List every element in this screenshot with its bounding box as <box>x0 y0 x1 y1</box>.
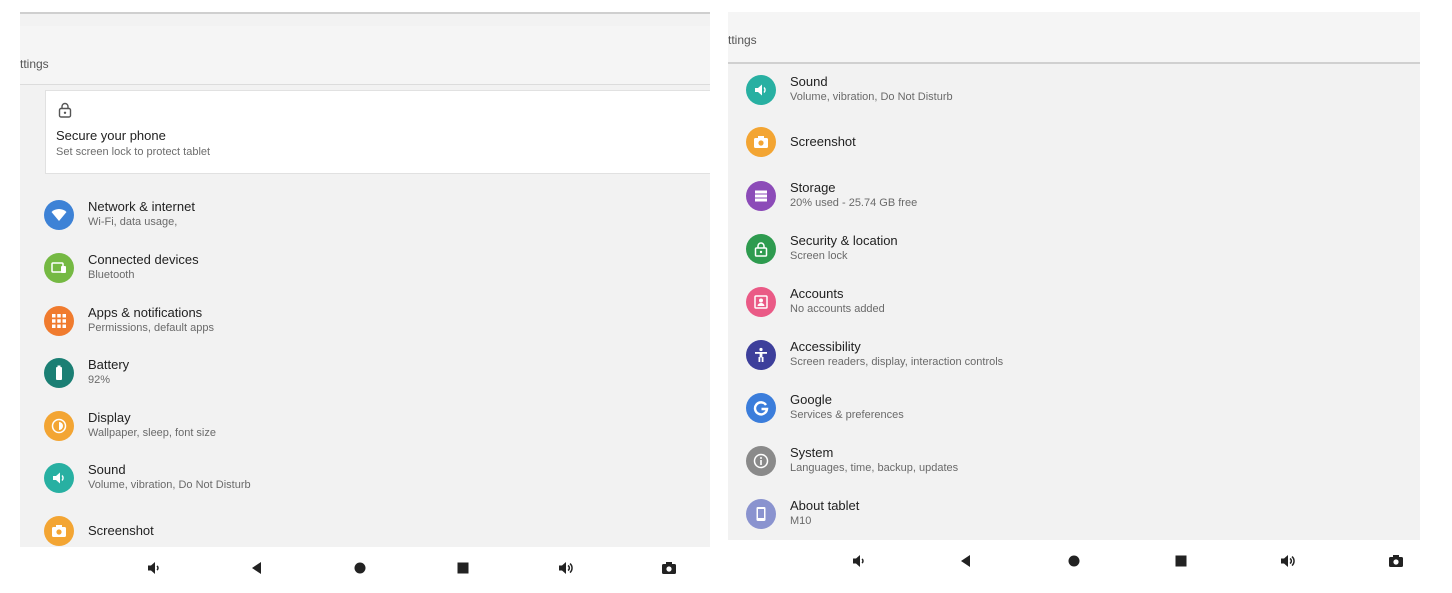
settings-item-label: Screenshot <box>790 134 856 149</box>
settings-item-label: Security & location <box>790 233 898 248</box>
settings-item-label: Accessibility <box>790 339 861 354</box>
settings-item-summary: 20% used - 25.74 GB free <box>790 197 918 209</box>
settings-item-label: Connected devices <box>88 252 199 267</box>
back-icon[interactable] <box>249 561 265 575</box>
accessibility-icon <box>746 340 776 370</box>
settings-item-label: Battery <box>88 357 130 372</box>
settings-item-label: Screenshot <box>88 523 154 538</box>
settings-item-connected-devices[interactable]: Connected devices Bluetooth <box>44 245 710 291</box>
volume-down-icon[interactable] <box>851 554 867 568</box>
page-title: ttings <box>728 33 757 47</box>
settings-item-security[interactable]: Security & location Screen lock <box>746 226 1420 272</box>
volume-up-icon[interactable] <box>558 561 574 575</box>
navigation-bar <box>728 540 1420 582</box>
navigation-bar <box>20 547 710 589</box>
settings-item-summary: M10 <box>790 515 812 527</box>
screenshot-icon[interactable] <box>1388 554 1404 568</box>
settings-item-about-tablet[interactable]: About tablet M10 <box>746 491 1420 537</box>
settings-item-label: System <box>790 445 834 460</box>
settings-item-summary: No accounts added <box>790 303 885 315</box>
settings-item-summary: Volume, vibration, Do Not Disturb <box>88 479 251 491</box>
lock-icon <box>746 234 776 264</box>
back-icon[interactable] <box>958 554 974 568</box>
lock-icon <box>58 102 72 118</box>
settings-item-summary: Services & preferences <box>790 409 904 421</box>
tablet-icon <box>746 499 776 529</box>
volume-icon <box>44 463 74 493</box>
info-icon <box>746 446 776 476</box>
settings-item-label: Storage <box>790 180 836 195</box>
settings-item-accounts[interactable]: Accounts No accounts added <box>746 279 1420 325</box>
settings-item-summary: Screen readers, display, interaction con… <box>790 356 1004 368</box>
google-icon <box>746 393 776 423</box>
settings-item-summary: Wallpaper, sleep, font size <box>88 427 216 439</box>
settings-item-apps[interactable]: Apps & notifications Permissions, defaul… <box>44 298 710 344</box>
battery-icon <box>44 358 74 388</box>
recents-icon[interactable] <box>1173 554 1189 568</box>
suggestion-card[interactable]: Secure your phone Set screen lock to pro… <box>45 90 710 174</box>
settings-panel-right: ttings Sound Volume, vibration, Do Not D… <box>728 12 1420 582</box>
settings-item-storage[interactable]: Storage 20% used - 25.74 GB free <box>746 173 1420 219</box>
apps-icon <box>44 306 74 336</box>
settings-item-summary: 92% <box>88 374 111 386</box>
app-bar: ttings <box>728 12 1420 64</box>
devices-icon <box>44 253 74 283</box>
settings-item-sound[interactable]: Sound Volume, vibration, Do Not Disturb <box>44 455 710 501</box>
settings-item-label: Accounts <box>790 286 844 301</box>
camera-icon <box>44 516 74 546</box>
settings-item-system[interactable]: System Languages, time, backup, updates <box>746 438 1420 484</box>
page-title: ttings <box>20 57 49 71</box>
settings-item-summary: Bluetooth <box>88 269 135 281</box>
volume-down-icon[interactable] <box>146 561 162 575</box>
settings-item-network[interactable]: Network & internet Wi-Fi, data usage, <box>44 192 710 238</box>
settings-item-label: Network & internet <box>88 199 195 214</box>
brightness-icon <box>44 411 74 441</box>
settings-item-label: About tablet <box>790 498 860 513</box>
suggestion-subtitle: Set screen lock to protect tablet <box>56 146 211 158</box>
suggestion-title: Secure your phone <box>56 128 166 143</box>
settings-item-label: Sound <box>790 74 828 89</box>
settings-item-accessibility[interactable]: Accessibility Screen readers, display, i… <box>746 332 1420 378</box>
settings-item-label: Google <box>790 392 832 407</box>
settings-item-battery[interactable]: Battery 92% <box>44 350 710 396</box>
settings-item-summary: Screen lock <box>790 250 848 262</box>
settings-item-sound[interactable]: Sound Volume, vibration, Do Not Disturb <box>746 67 1420 113</box>
volume-icon <box>746 75 776 105</box>
settings-item-label: Apps & notifications <box>88 305 203 320</box>
home-icon[interactable] <box>1066 554 1082 568</box>
home-icon[interactable] <box>352 561 368 575</box>
settings-item-summary: Wi-Fi, data usage, <box>88 216 178 228</box>
camera-icon <box>746 127 776 157</box>
wifi-icon <box>44 200 74 230</box>
settings-item-screenshot[interactable]: Screenshot <box>746 119 1420 165</box>
recents-icon[interactable] <box>455 561 471 575</box>
account-icon <box>746 287 776 317</box>
settings-panel-left: ttings Secure your phone Set screen lock… <box>20 12 710 589</box>
storage-icon <box>746 181 776 211</box>
settings-item-label: Sound <box>88 462 126 477</box>
settings-item-display[interactable]: Display Wallpaper, sleep, font size <box>44 403 710 449</box>
settings-item-summary: Volume, vibration, Do Not Disturb <box>790 91 953 103</box>
settings-item-summary: Languages, time, backup, updates <box>790 462 959 474</box>
settings-item-summary: Permissions, default apps <box>88 322 214 334</box>
settings-item-label: Display <box>88 410 131 425</box>
screenshot-icon[interactable] <box>661 561 677 575</box>
volume-up-icon[interactable] <box>1280 554 1296 568</box>
settings-item-google[interactable]: Google Services & preferences <box>746 385 1420 431</box>
app-bar: ttings <box>20 26 710 85</box>
